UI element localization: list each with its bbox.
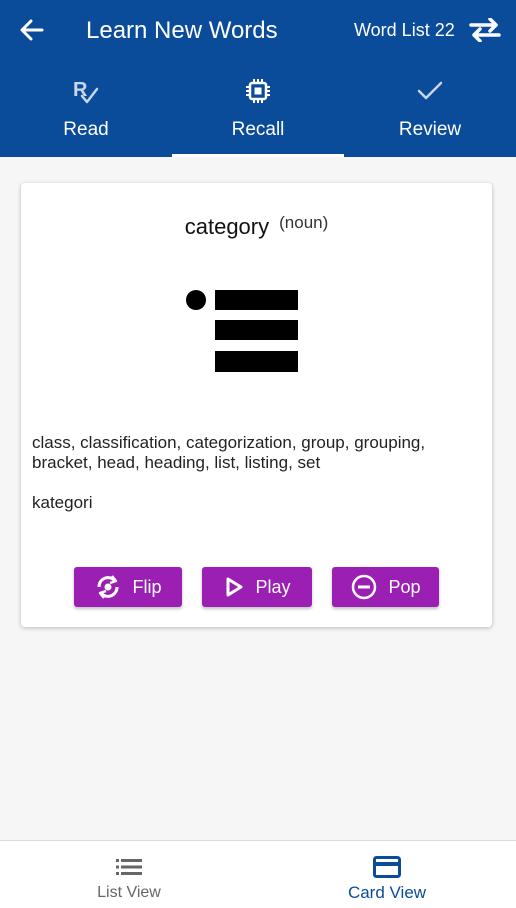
word-heading: category (noun) (21, 213, 492, 241)
word-card: category (noun) class, classification, c… (21, 183, 492, 627)
nav-list-view[interactable]: List View (0, 841, 258, 908)
pop-button[interactable]: Pop (332, 567, 439, 607)
swap-button[interactable] (466, 14, 504, 46)
active-tab-indicator (172, 154, 344, 157)
synonyms-text: class, classification, categorization, g… (32, 433, 426, 472)
page-title: Learn New Words (86, 17, 278, 44)
swap-arrows-icon (469, 18, 501, 42)
svg-text:R: R (73, 79, 88, 101)
tab-review-label: Review (398, 119, 462, 140)
play-icon (226, 577, 243, 597)
app-bar: Learn New Words Word List 22 R Read Reca… (0, 0, 516, 157)
tab-recall-label: Recall (231, 119, 285, 140)
tab-recall[interactable]: Recall (172, 70, 344, 157)
play-button[interactable]: Play (202, 567, 312, 607)
pop-button-label: Pop (388, 577, 421, 597)
back-button[interactable] (14, 14, 50, 46)
translation-text: kategori (32, 493, 93, 512)
part-of-speech: (noun) (279, 213, 329, 232)
nav-card-view-label: Card View (347, 883, 427, 902)
bulleted-list-icon (186, 290, 298, 372)
tab-read[interactable]: R Read (0, 70, 172, 157)
flip-button-label: Flip (132, 577, 162, 597)
bottom-navigation: List View Card View (0, 840, 516, 908)
nav-card-view[interactable]: Card View (258, 841, 516, 908)
mode-tabs: R Read Recall Review (0, 70, 516, 157)
word-list-label[interactable]: Word List 22 (354, 18, 455, 42)
word-text: category (184, 214, 270, 239)
tab-read-label: Read (63, 119, 109, 140)
arrow-left-icon (20, 19, 44, 41)
check-icon (417, 74, 443, 108)
rx-check-icon: R (71, 74, 101, 108)
flip-camera-icon (97, 575, 119, 599)
flip-button[interactable]: Flip (74, 567, 182, 607)
tab-review[interactable]: Review (344, 70, 516, 157)
card-actions: Flip Play Pop (21, 567, 492, 607)
nav-list-view-label: List View (97, 884, 161, 901)
minus-circle-icon (352, 574, 377, 600)
card-icon (373, 855, 401, 879)
play-button-label: Play (255, 577, 291, 597)
list-icon (116, 855, 142, 879)
chip-icon (245, 74, 271, 108)
